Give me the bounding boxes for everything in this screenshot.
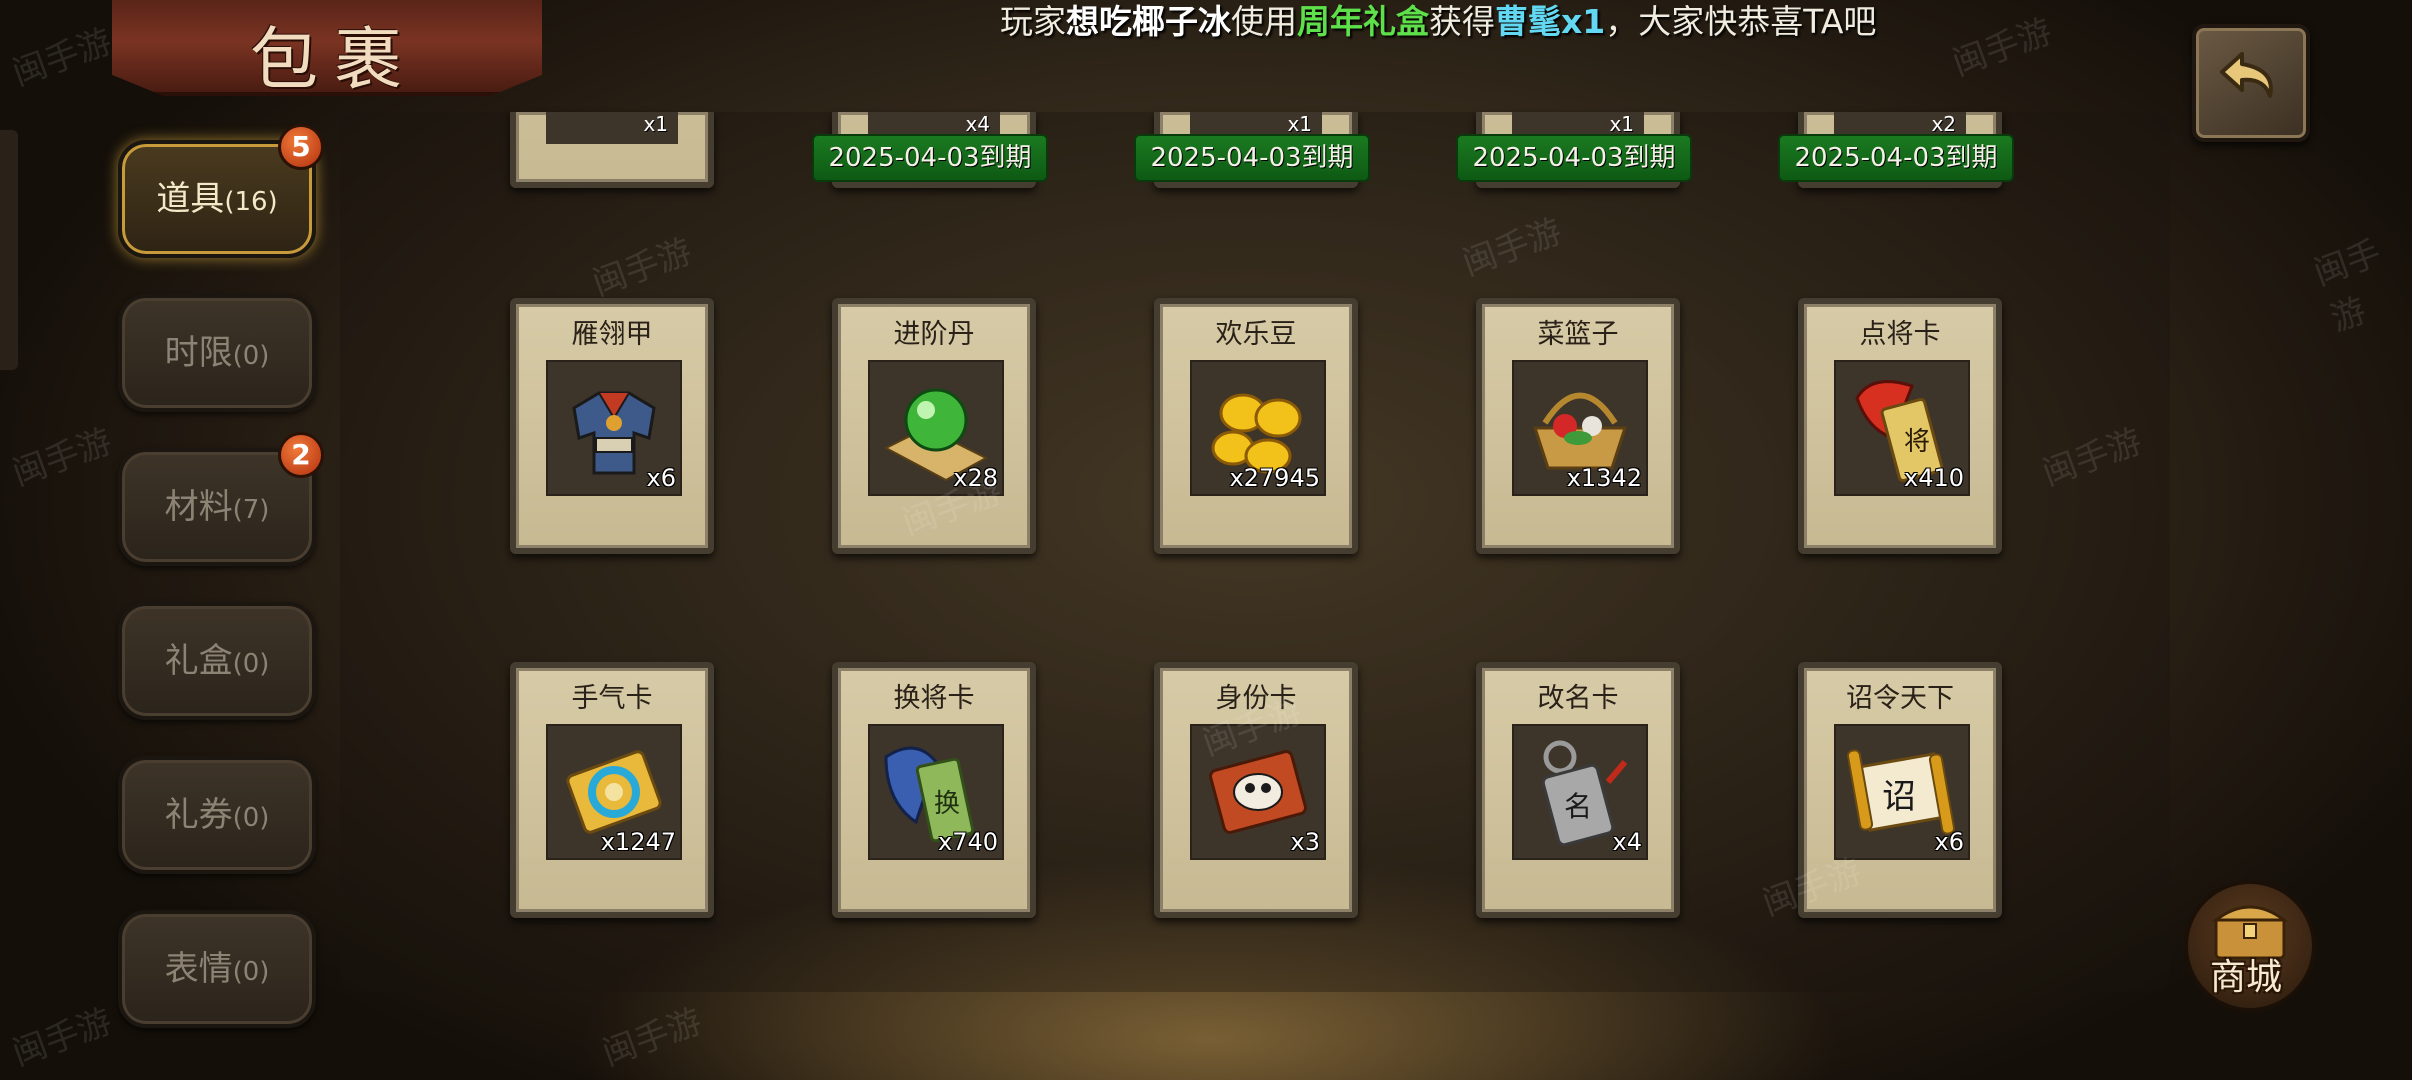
broadcast-suffix: ，大家快恭喜TA吧 [1605,2,1877,41]
item-frame: x3 [1190,724,1326,860]
item-name: 换将卡 [893,683,975,714]
tab-coupon[interactable]: 礼券(0) [118,756,316,874]
item-card-general-pick[interactable]: 点将卡 将 x410 [1798,298,2002,554]
broadcast-message: 玩家想吃椰子冰使用周年礼盒获得曹髦x1，大家快恭喜TA吧 [1000,0,2110,44]
item-frame: x28 [868,360,1004,496]
watermark: 闽手游 [7,21,117,95]
tab-giftbox-count: (0) [232,649,270,679]
item-qty: x27945 [1229,464,1320,492]
tab-timed-label: 时限 [164,333,233,373]
tab-materials-count: (7) [232,495,270,525]
item-frame: 名 x4 [1512,724,1648,860]
item-qty: x3 [1290,828,1320,856]
tab-items-label: 道具 [156,179,225,219]
item-frame: 诏 x6 [1834,724,1970,860]
item-card-advance-pill[interactable]: 进阶丹 x28 [832,298,1036,554]
tab-emotes-label: 表情 [164,949,233,989]
item-qty: x4 [965,112,990,136]
watermark: 闽手游 [7,421,117,495]
page-title: 包裹 [250,21,419,100]
tab-giftbox-label: 礼盒 [164,641,233,681]
item-frame: x1342 [1512,360,1648,496]
item-name: 点将卡 [1859,319,1941,350]
item-qty: x6 [646,464,676,492]
item-frame: 换 x740 [868,724,1004,860]
item-qty: x1 [1287,112,1312,136]
item-card-vegetable-basket[interactable]: 菜篮子 x1342 [1476,298,1680,554]
broadcast-player: 想吃椰子冰 [1066,2,1231,41]
tab-coupon-label: 礼券 [164,795,233,835]
item-qty: x2 [1931,112,1956,136]
item-name: 改名卡 [1537,683,1619,714]
item-qty: x1342 [1566,464,1642,492]
left-edge-handle [0,130,18,370]
tab-materials-badge: 2 [278,432,324,478]
watermark: 闽手游 [2308,232,2387,340]
item-card-identity[interactable]: 身份卡 x3 [1154,662,1358,918]
item-card-rename[interactable]: 改名卡 名 x4 [1476,662,1680,918]
item-qty: x1 [1609,112,1634,136]
item-card-partial[interactable]: x1 [510,112,714,188]
item-frame: x27945 [1190,360,1326,496]
item-name: 菜篮子 [1537,319,1619,350]
item-qty: x1 [643,112,668,136]
expiry-label: 2025-04-03到期 [812,134,1048,182]
tab-materials-label: 材料 [164,487,233,527]
item-qty: x28 [953,464,998,492]
item-name: 手气卡 [571,683,653,714]
tab-items-badge: 5 [278,124,324,170]
tab-emotes[interactable]: 表情(0) [118,910,316,1028]
item-name: 进阶丹 [893,319,975,350]
item-card-happy-beans[interactable]: 欢乐豆 x27945 [1154,298,1358,554]
tab-emotes-count: (0) [232,957,270,987]
broadcast-reward: 曹髦x1 [1495,2,1606,41]
item-card-luck[interactable]: 手气卡 x1247 [510,662,714,918]
svg-text:将: 将 [1904,427,1930,457]
item-card-swap-general[interactable]: 换将卡 换 x740 [832,662,1036,918]
back-arrow-icon [2220,52,2273,98]
tab-coupon-count: (0) [232,803,270,833]
item-card-imperial-edict[interactable]: 诏令天下 诏 x6 [1798,662,2002,918]
watermark: 闽手游 [7,1001,117,1075]
broadcast-prefix: 玩家 [1000,2,1066,41]
item-name: 诏令天下 [1846,683,1954,714]
item-name: 雁翎甲 [571,319,653,350]
item-frame: x6 [546,360,682,496]
tab-giftbox[interactable]: 礼盒(0) [118,602,316,720]
expiry-label: 2025-04-03到期 [1134,134,1370,182]
item-frame: x1247 [546,724,682,860]
tab-timed-count: (0) [232,341,270,371]
tab-timed[interactable]: 时限(0) [118,294,316,412]
item-qty: x6 [1934,828,1964,856]
item-name: 身份卡 [1215,683,1297,714]
expiry-label: 2025-04-03到期 [1778,134,2014,182]
item-qty: x410 [1903,464,1964,492]
expiry-label: 2025-04-03到期 [1456,134,1692,182]
item-qty: x4 [1612,828,1642,856]
broadcast-got: 获得 [1429,2,1495,41]
broadcast-verb: 使用 [1231,2,1297,41]
item-frame: 将 x410 [1834,360,1970,496]
broadcast-item: 周年礼盒 [1297,2,1429,41]
back-button[interactable] [2192,24,2310,142]
watermark: 闽手游 [597,1001,707,1075]
item-card-armor[interactable]: 雁翎甲 x6 [510,298,714,554]
tab-items-count: (16) [224,187,278,217]
svg-text:诏: 诏 [1882,777,1916,817]
svg-text:名: 名 [1564,790,1592,823]
game-screen: 包裹 玩家想吃椰子冰使用周年礼盒获得曹髦x1，大家快恭喜TA吧 道具(16) 5… [0,0,2412,1080]
item-name: 欢乐豆 [1215,319,1297,350]
item-qty: x1247 [600,828,676,856]
item-qty: x740 [937,828,998,856]
svg-text:换: 换 [934,789,960,819]
shop-label: 商城 [2209,957,2282,998]
